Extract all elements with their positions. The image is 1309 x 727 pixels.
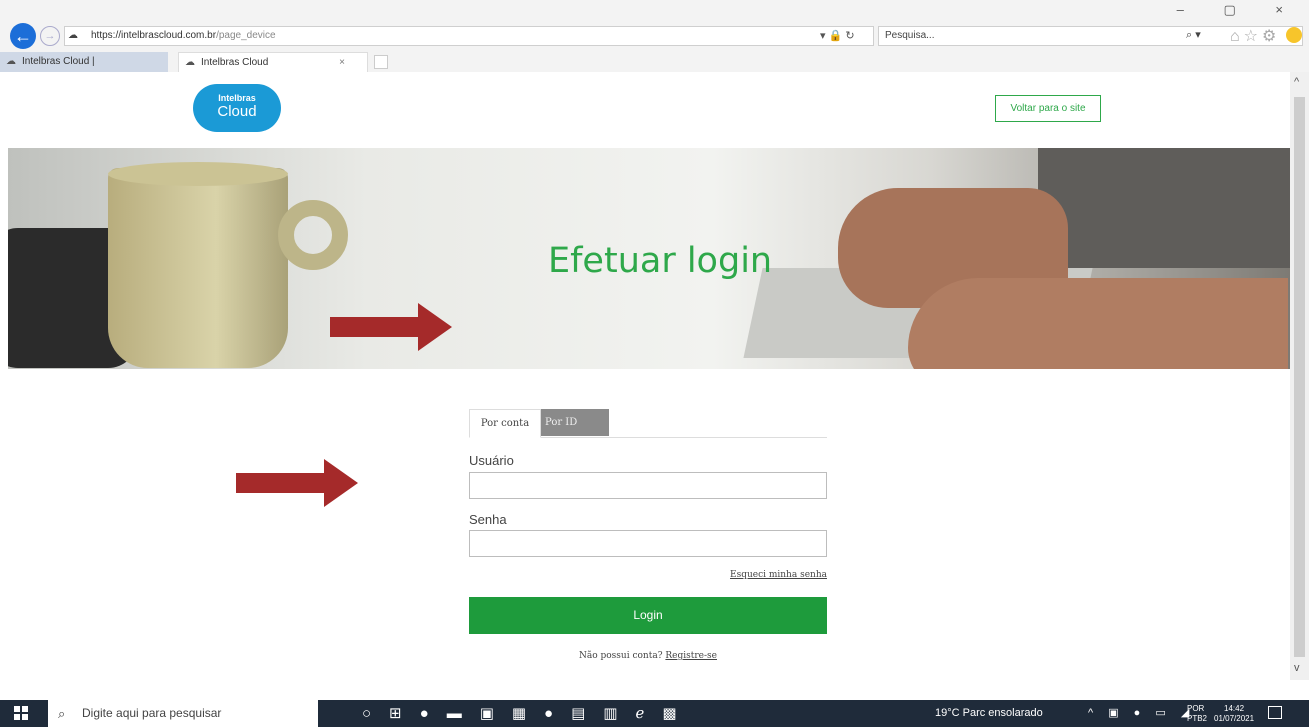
scroll-thumb[interactable] xyxy=(1294,97,1305,657)
tab-intelbras-cloud-2[interactable]: ☁ Intelbras Cloud × xyxy=(178,52,368,72)
username-label: Usuário xyxy=(469,453,514,468)
logo-product: Cloud xyxy=(217,103,257,120)
annotation-arrow-icon xyxy=(330,303,452,351)
tab-strip: ☁ Intelbras Cloud | ☁ Intelbras Cloud × xyxy=(0,52,1309,72)
logo-brand: Intelbras xyxy=(218,93,256,103)
navigation-bar: ← → https://intelbrascloud.com.br/page_d… xyxy=(0,22,1309,50)
page-content: Intelbras Cloud Voltar para o site Efetu… xyxy=(0,72,1290,680)
scroll-up-icon[interactable]: ^ xyxy=(1294,76,1299,88)
language-indicator[interactable]: POR PTB2 xyxy=(1187,704,1207,724)
scroll-down-icon[interactable]: v xyxy=(1294,662,1300,674)
back-to-site-button[interactable]: Voltar para o site xyxy=(995,95,1101,122)
close-tab-icon[interactable]: × xyxy=(339,53,345,73)
login-button[interactable]: Login xyxy=(469,597,827,634)
coffee-mug-image xyxy=(108,168,288,368)
password-label: Senha xyxy=(469,512,507,527)
new-tab-button[interactable] xyxy=(374,55,388,69)
coffee-mug-handle xyxy=(278,200,348,270)
login-tabs: Por conta Por ID xyxy=(469,409,827,438)
home-favorites-settings-icons[interactable]: ⌂☆⚙ xyxy=(1230,26,1280,46)
site-cloud-icon: ☁ xyxy=(68,30,78,41)
clock[interactable]: 14:42 01/07/2021 xyxy=(1214,704,1254,724)
no-account-text: Não possui conta? xyxy=(578,651,663,661)
register-link[interactable]: Registre-se xyxy=(665,651,717,661)
clock-date: 01/07/2021 xyxy=(1214,714,1255,723)
feedback-smiley-icon[interactable] xyxy=(1286,27,1302,43)
hand-image xyxy=(908,278,1288,369)
tab-label: Intelbras Cloud xyxy=(201,57,269,68)
lock-refresh-icons[interactable]: ▾ 🔒 ↻ xyxy=(820,29,855,42)
url-host: https://intelbrascloud.com.br xyxy=(91,30,217,41)
tab-intelbras-cloud-1[interactable]: ☁ Intelbras Cloud | xyxy=(0,52,168,72)
tab-by-id[interactable]: Por ID xyxy=(541,409,609,436)
hero-banner: Efetuar login xyxy=(8,148,1290,369)
url-path: /page_device xyxy=(216,30,276,41)
register-prompt: Não possui conta? Registre-se xyxy=(469,651,827,661)
weather-widget[interactable]: 19°C Parc ensolarado xyxy=(935,700,1043,727)
intelbras-cloud-logo[interactable]: Intelbras Cloud xyxy=(193,84,281,132)
browser-chrome: – ▢ × ← → https://intelbrascloud.com.br/… xyxy=(0,0,1309,72)
system-tray-icons[interactable]: ^ ▣ ● ▭ ◢ xyxy=(1088,700,1195,727)
password-input[interactable] xyxy=(469,530,827,557)
windows-start-icon[interactable] xyxy=(14,706,29,721)
page-scrollbar[interactable]: ^ v xyxy=(1290,72,1309,680)
annotation-arrow-icon xyxy=(236,459,358,507)
cloud-icon: ☁ xyxy=(6,56,16,67)
keyboard-layout: PTB2 xyxy=(1187,714,1208,723)
coffee-mug-rim xyxy=(108,162,288,186)
tab-label: Intelbras Cloud | xyxy=(22,56,95,67)
tab-by-account[interactable]: Por conta xyxy=(469,409,541,438)
taskbar-search-input[interactable]: Digite aqui para pesquisar xyxy=(48,700,318,727)
page-title: Efetuar login xyxy=(548,241,773,281)
notification-icon[interactable] xyxy=(1268,706,1282,719)
lang-code: POR xyxy=(1187,704,1205,713)
search-icon: ⌕ xyxy=(58,706,66,721)
username-input[interactable] xyxy=(469,472,827,499)
clock-time: 14:42 xyxy=(1224,704,1245,713)
search-icon[interactable]: ⌕ ▾ xyxy=(1186,28,1201,42)
login-form: Por conta Por ID Usuário Senha Esqueci m… xyxy=(469,409,827,661)
sleeve-image xyxy=(1038,148,1290,268)
forgot-password-link[interactable]: Esqueci minha senha xyxy=(730,570,827,580)
back-button[interactable]: ← xyxy=(10,23,36,49)
windows-taskbar: Digite aqui para pesquisar ⌕ ○⊞●▬▣▦●▤▥ℯ▩… xyxy=(0,700,1309,727)
cloud-icon: ☁ xyxy=(185,57,195,68)
taskbar-app-icons[interactable]: ○⊞●▬▣▦●▤▥ℯ▩ xyxy=(362,704,695,722)
address-bar[interactable]: https://intelbrascloud.com.br/page_devic… xyxy=(64,26,874,46)
forward-button[interactable]: → xyxy=(40,26,60,46)
window-controls[interactable]: – ▢ × xyxy=(1177,2,1301,18)
